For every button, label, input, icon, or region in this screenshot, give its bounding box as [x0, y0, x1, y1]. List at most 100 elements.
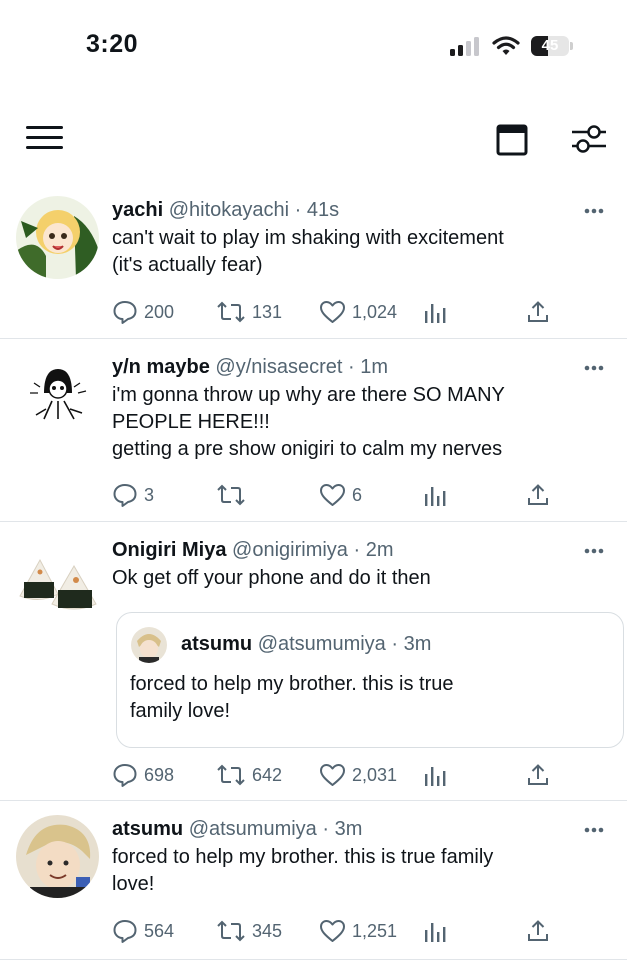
wifi-icon: [492, 36, 520, 55]
like-count: 6: [352, 484, 363, 505]
heart-icon: [320, 764, 345, 786]
share-icon[interactable]: [526, 763, 550, 787]
calendar-icon[interactable]: [496, 122, 528, 156]
share-icon[interactable]: [526, 483, 550, 507]
reply-button[interactable]: 3: [112, 482, 154, 508]
tweet-yn-maybe[interactable]: y/n maybe @y/nisasecret · 1m i'm gonna t…: [0, 339, 627, 522]
view-analytics-icon[interactable]: [424, 765, 446, 787]
like-button[interactable]: 2,031: [319, 762, 397, 788]
tweet-text-line: i'm gonna throw up why are there SO MANY: [112, 384, 505, 406]
reply-icon: [113, 301, 137, 324]
like-count: 1,251: [352, 920, 398, 941]
avatar-yachi[interactable]: [16, 196, 99, 279]
view-analytics-icon[interactable]: [424, 921, 446, 943]
retweet-button[interactable]: 131: [216, 299, 282, 325]
tweet-text-line: getting a pre show onigiri to calm my ne…: [112, 438, 503, 460]
like-button[interactable]: 1,024: [319, 299, 397, 325]
retweet-count: 642: [252, 764, 283, 785]
timestamp[interactable]: 3m: [335, 818, 363, 840]
dot-separator: ·: [347, 356, 355, 378]
avatar-yn-maybe[interactable]: [16, 353, 99, 436]
status-time: 3:20: [86, 30, 139, 58]
battery-cap: [570, 42, 573, 50]
retweet-count: 345: [252, 920, 283, 941]
reply-button[interactable]: 200: [112, 299, 174, 325]
avatar-onigiri-miya[interactable]: [16, 536, 99, 619]
heart-icon: [320, 920, 345, 942]
retweet-icon: [217, 764, 245, 786]
tweet-text: can't wait to play im shaking with excit…: [112, 225, 602, 279]
more-options-icon[interactable]: [584, 365, 604, 371]
like-count: 2,031: [352, 764, 398, 785]
reply-count: 3: [144, 484, 155, 505]
display-name[interactable]: Onigiri Miya: [112, 539, 226, 561]
view-analytics-icon[interactable]: [424, 485, 446, 507]
dot-separator: ·: [353, 539, 361, 561]
retweet-count: 131: [252, 301, 283, 322]
share-icon[interactable]: [526, 919, 550, 943]
tweet-header: yachi @hitokayachi · 41s: [112, 199, 339, 222]
handle[interactable]: @atsumumiya: [189, 818, 317, 840]
reply-count: 564: [144, 920, 175, 941]
reply-button[interactable]: 698: [112, 762, 174, 788]
more-options-icon[interactable]: [584, 548, 604, 554]
timestamp[interactable]: 2m: [366, 539, 394, 561]
tweet-atsumu[interactable]: atsumu @atsumumiya · 3m forced to help m…: [0, 801, 627, 960]
quoted-tweet-header: atsumu @atsumumiya · 3m: [181, 633, 431, 656]
timestamp[interactable]: 1m: [360, 356, 388, 378]
tweet-text-line: forced to help my brother. this is true …: [112, 846, 494, 868]
quoted-tweet-text: forced to help my brother. this is true …: [130, 671, 454, 725]
reply-button[interactable]: 564: [112, 918, 174, 944]
dot-separator: ·: [391, 633, 399, 655]
quoted-tweet[interactable]: atsumu @atsumumiya · 3m forced to help m…: [116, 612, 624, 748]
timestamp[interactable]: 41s: [307, 199, 339, 221]
heart-icon: [320, 484, 345, 506]
tweet-text-line: family love!: [130, 700, 231, 722]
cellular-signal-icon: [450, 37, 479, 56]
status-bar: 3:20 45: [0, 0, 627, 95]
tweet-text-line: love!: [112, 873, 155, 895]
quoted-timestamp: 3m: [403, 633, 432, 655]
retweet-icon: [217, 301, 245, 323]
display-name[interactable]: yachi: [112, 199, 163, 221]
retweet-button[interactable]: [216, 482, 252, 508]
view-analytics-icon[interactable]: [424, 302, 446, 324]
handle[interactable]: @onigirimiya: [232, 539, 348, 561]
tweet-yachi[interactable]: yachi @hitokayachi · 41s can't wait to p…: [0, 182, 627, 339]
display-name[interactable]: y/n maybe: [112, 356, 210, 378]
handle[interactable]: @hitokayachi: [169, 199, 289, 221]
timeline-header: [0, 105, 627, 175]
dot-separator: ·: [294, 199, 302, 221]
like-button[interactable]: 1,251: [319, 918, 397, 944]
quoted-avatar-atsumu[interactable]: [131, 627, 167, 663]
retweet-icon: [217, 484, 245, 506]
more-options-icon[interactable]: [584, 208, 604, 214]
tweet-header: Onigiri Miya @onigirimiya · 2m: [112, 539, 394, 562]
like-count: 1,024: [352, 301, 398, 322]
reply-count: 698: [144, 764, 175, 785]
quoted-handle: @atsumumiya: [257, 633, 386, 655]
display-name[interactable]: atsumu: [112, 818, 183, 840]
battery-level: 45: [541, 37, 559, 54]
heart-icon: [320, 301, 345, 323]
quoted-display-name: atsumu: [181, 633, 253, 655]
tweet-text-line: forced to help my brother. this is true: [130, 673, 454, 695]
reply-count: 200: [144, 301, 175, 322]
share-icon[interactable]: [526, 300, 550, 324]
reply-icon: [113, 484, 137, 507]
tweet-text: i'm gonna throw up why are there SO MANY…: [112, 382, 602, 463]
retweet-icon: [217, 920, 245, 942]
more-options-icon[interactable]: [584, 827, 604, 833]
tweet-text-line: can't wait to play im shaking with excit…: [112, 227, 504, 249]
tweet-onigiri-miya[interactable]: Onigiri Miya @onigirimiya · 2m Ok get of…: [0, 522, 627, 801]
retweet-button[interactable]: 642: [216, 762, 282, 788]
hamburger-menu-icon[interactable]: [26, 125, 64, 151]
avatar-atsumu[interactable]: [16, 815, 99, 898]
tweet-text: forced to help my brother. this is true …: [112, 844, 602, 898]
timeline-settings-sliders-icon[interactable]: [571, 122, 607, 156]
retweet-button[interactable]: 345: [216, 918, 282, 944]
like-button[interactable]: 6: [319, 482, 362, 508]
reply-icon: [113, 920, 137, 943]
handle[interactable]: @y/nisasecret: [215, 356, 342, 378]
tweet-header: y/n maybe @y/nisasecret · 1m: [112, 356, 388, 379]
